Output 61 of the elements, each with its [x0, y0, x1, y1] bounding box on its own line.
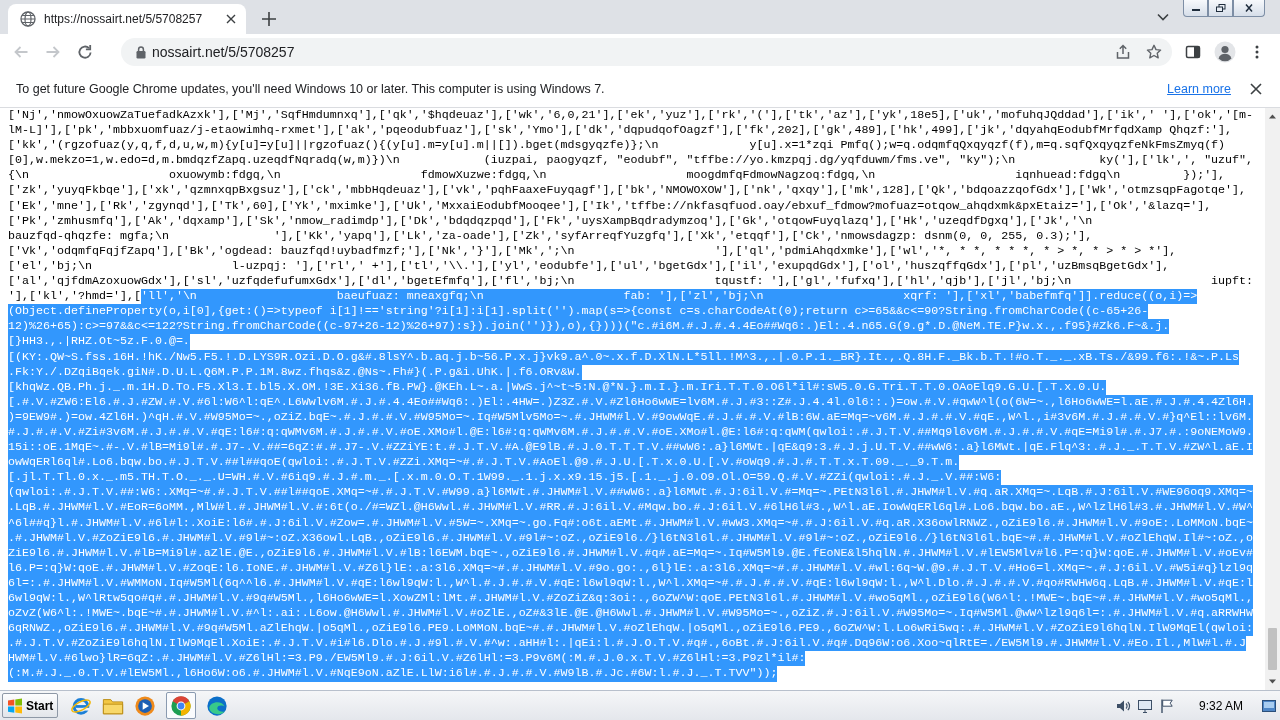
close-icon[interactable] — [226, 14, 236, 24]
profile-icon[interactable] — [1214, 41, 1236, 63]
code-text: ['el','bj;\n l-uzpqj: '],['rl',' +'],['tl','\\.'],['yl','eodubfe'],['ul','bgetGdx'],['il','exupqdGdx'],['ol','huszqffqGdx'],['pl','uzBmsqBgetGdx'], — [8, 258, 1170, 275]
code-text: (:M.#.J._.0.T.V.#lEW5Ml.,l6Ho6W:o6.#.JHWM#l.V.#NqE9oN.aZlE.LlW:i6l#.#.J.#.#.V.#W9lB.#.Jc.#6W:l.#.J._.T.TVV")); — [8, 666, 778, 682]
learn-more-link[interactable]: Learn more — [1167, 81, 1231, 96]
restore-icon — [1215, 4, 1226, 12]
code-text: (Object.defineProperty(o,i[0],{get:()=>typeof i[1]!=='string'?i[1]:i[1].split('').map(s=>{const c=s.charCodeAt(0);return c>=65&&c<=90?String.fromCharCode((c-65+26- — [8, 304, 1149, 320]
monitor-icon[interactable] — [1136, 697, 1153, 714]
minimize-button[interactable] — [1183, 0, 1208, 17]
share-icon[interactable] — [1115, 44, 1131, 60]
code-text: 12)%26+65):c>=97&&c<=122?String.fromCharCode((c-97+26-12)%26+97):s}).join('')}),o),{})))("c.#i6M.#.J.#.4.4Eo##Wq6:.)El:.4.n65.G(9.g*.D.@NeM.TE.P}w.x.,.f95}#Zk6.F~&.j. — [8, 319, 1170, 335]
code-text: ['kk','(rgzofuaz(y,q,f,d,u,w,m){y[u]=y[u]||rgzofuaz(){(y[u].m=y[u].m||[]).bget(mdsgyqzfe)};\n y[u].x=1*zqi Pmfq();w=q.odqmfqQxqyqzf(f),m=q.sqfQxqyqzfeNkFmsZmyq(f) — [8, 138, 1226, 154]
close-icon[interactable] — [1250, 82, 1262, 95]
play-icon[interactable] — [134, 694, 156, 717]
code-text: [}HH3.,.|RHZ.Ot~5z.F.0.@=. — [8, 334, 190, 350]
code-text: [0],w.mekzo=1,w.edo=d,m.bmdqzfZapq.uzeqdfNqradq(w,m)})\n (iuzpai, paogyqzf, "eodubf", "tffbe://yo.kmzpqj.dg/yqfduwm/fms.ve", "ky");\n ky('],['lk',', "uzuf", — [8, 153, 1254, 169]
reload-icon[interactable] — [77, 44, 93, 60]
four-pane-logo-icon — [7, 697, 23, 714]
code-text: ['Pk','zmhusmfq'],['Ak','dqxamp'],['Sk','nmow_radimdp'],['Dk','bdqdqzpqd'],['Fk','uysXampBqdradymzoq'],['Gk','otqowFuyqlazq'],['Hk','uzeqdfDgxq'],['Jk','\n — [8, 213, 1093, 229]
close-icon — [1244, 4, 1254, 12]
code-text: 'll','\n baeufuaz: mneaxgfq;\n fab: '],['zl','bj;\n xqrf: '],['xl','babefmfq']].reduce((o,i)=> — [140, 289, 1198, 305]
code-text: ['zk','yuyqFkbqe'],['xk','qzmnxqpBxgsuz'],['ck','mbbHqdeuaz'],['vk','pqhFaaxeFuyqagf'],['bk','NMOWOXOW'],['nk','qxqy'],['mk',128],['Qk','bdqoazzqofGdx'],['Wk','otmzsqpFagotqe'], — [8, 183, 1247, 199]
wave-browser-icon[interactable] — [206, 694, 228, 717]
flag-icon[interactable] — [1158, 697, 1175, 714]
plus-icon[interactable] — [262, 12, 276, 26]
code-text: (qwloi:.#.J.T.V.##:W6:.XMq=~#.#.J.T.V.##l##qoE.XMq=~#.#.J.T.V.#W99.a}l6MWt.#.JHWM#l.V.##wW6:.a}l6MWt.#.J:6il.V.#=Mq=~.PEtN3l6l.#.JHWM#l.V.#q.aR.XMq=~.LqB.#.J:6il.V.#WE96oq9.XMq=~ — [8, 485, 1254, 501]
code-text: lM-L]'],['pk','mbbxuomfuaz/j-etaowimhq-rxmet'],['ak','pqeodubfuaz'],['sk','Ymo'],['dk','dqpudqofOagzf'],['fk',202],['gk',489],['hk',499],['jk','dqyahqEodubfMrfqdXamp Qhqzf:'], — [8, 123, 1233, 139]
clock: 9:32 AM — [1198, 698, 1243, 713]
code-text: [khqWz.QB.Ph.j._.m.1H.D.To.F5.Xl3.I.bl5.X.OM.!3E.Xi36.fB.PW}.@KEh.L~.a.|WwS.j^~t~5:N.@*N.}.m.I.}.m.Iri.T.T.0.O6l*il#:sW5.0.G.Tri.T.T.0.OAoElq9.G.U.[.T.x.0.U. — [8, 379, 1107, 395]
code-text: ['Vk','odqmfqFqjfZapq'],['Bk','ogdead: bauzfqd!uybadfmzf;'],['Nk','}'],['Mk',';\n '],['ql','pdmiAhqdxmke'],['wl','*, * *, * * *, * > *, * > * > *'], — [8, 243, 1177, 259]
code-text: ['Ek','mne'],['Rk','zgynqd'],['Tk',60],['Yk','mximke'],['Uk','MxxaiEodubfMooqee'],['Ik','tffbe://nkfasqfuod.oay/ebxuf_fdmow?mofuaz=otqow_ahqdxmk&pxEtaiz='],['Ok','&lazq='], — [8, 198, 1212, 214]
code-text: HWM#l.V.#6lwo}lR=6qZ:.#.JHWM#l.V.#Z6lHl:=3.P9./EW5Ml9.#.J:6il.V.#Z6lHl:=3.P9v6M(:M.#.J.0.x.T.V.#Z6lHl:=3.P9zl*il#: — [8, 651, 806, 667]
code-text: .#.J.T.V.#ZoZiE9l6hqlN.IlW9MqEl.XoiE:.#.J.T.V.#i#l6.Dlo.#.J.#9l.#.V.#^w:.aHH#l:.|qEi:l.#.J.O.T.V.#q#.,6oBt.#.J:6il.V.#q#.Dq96W:o6.Xoo~qlRtE=./EW5Ml9.#.JHWM#l.V.#Eo.Il.,MlW#l.#.J — [8, 636, 1247, 652]
code-text: '],['kl','?hmd='],[ — [8, 289, 141, 305]
code-text: ['Nj','nmowOxuowZaTuefadkAzxk'],['Mj','SqfHmdumnxq'],['qk','$hqdeuaz'],['wk','6,0,21'],['ek','yuz'],['rk','('],['tk','az'],['yk',18e5],['uk','mofuhqJQddad'],['ik',' '],['ok','[m- — [8, 108, 1254, 124]
code-text: bauzfqd-qhqzfe: mgfa;\n '],['Kk','yapq'],['Lk','za-oade'],['Zk','syfArreqfYuzgfq'],['Xk','etqqf'],['Ck','nmowsdagzp: dsnm(0, 0, 255, 0.3);'], — [8, 228, 1093, 244]
code-text: 6qRNWZ.,oZiE9l6.#.JHWM#l.V.#9q#W5Ml.aZlEhqW.|o5qMl.,oZiE9l6.PE9.LoMMoN.bqE~#.#.JHWM#l.V.#oZlEhqW.|o5qMl.,oZiE9l6.PE9.,6oZW^W:l.Lo6wRi5wq:.#.JHWM#l.V.#ZoZiE9l6hqlN.IlW9MqEl(qwloi: — [8, 621, 1254, 637]
code-text: 6wl9qW:l.,W^lRtw5qo#q#.#.JHWM#l.V.#9q#W5Ml.,l6Ho6wWE=l.XowZMl:lMt.#.JHWM#l.V.#ZoZiZ&q:3oi:.,6oZW^W:qoE.PEtN3l6l.#.JHWM#l.V.#wo5qMl.,oZiE9l6(W6^l:.!MWE~.bqE~#.#.JHWM#l.V.#wo5qMl., — [8, 591, 1254, 607]
code-text: ['al','qjfdmAzoxuowGdx'],['sl','uzfqdefufumxGdx'],['dl','bgetEfmfq'],['fl','bj;\n tqustf: '],['gl','fufxq'],['hl','qjb'],['jl','bj;\n iupft: — [8, 274, 1254, 290]
star-icon[interactable] — [1146, 44, 1162, 60]
code-text: [(KY:.QW~S.fss.16H.!hK./Nw5.F5.!.D.LYS9R.Ozi.D.O.g&#.8lsY^.b.aq.j.b~56.P.x.j}vk9.a^.0~.x.f.D.XlN.L*5ll.!M^3.,.|.0.P.1._BR}.It.,.Q.8H.F._Bk.b.T.!#o.T._._.xB.Ts./&99.f6:.!&~.P.Ls — [8, 349, 1240, 365]
code-text: [.jl.T.Tl.0.x._.m5.TH.T.O._._.U=WH.#.V.#6iq9.#.J.#.m._.[.x.m.0.O.T.1W99._.1.j.x.x9.15.j5.[.1._.j.0.O9.Ol.O=59.Q.#.V.#ZZi(qwloi:.#.J._.V.##:W6: — [8, 470, 1002, 486]
taskbar-button[interactable] — [166, 692, 196, 719]
code-text: 15i::oE.1MqE~.#-.V.#lB=Mi9l#.#.J7-.V.##=6qZ:#.#.J7-.V.#ZZiYE:t.#.J.T.V.#A.@E9lB.#.J.0.T.T.T.V.##wW6:.a}l6MWt.|qE&q9:3.#.J.j.U.T.V.##wW6:.a}l6MWt.|qE.Flq^3:.#.J._.T.T.V.#ZW^l.aE.I — [8, 440, 1254, 456]
chevron-down-icon[interactable] — [1157, 13, 1169, 21]
code-text: {\n oxuowymb:fdgq,\n fdmowXuzwe:fdgq,\n moogdmfqFdmowNagzoq:fdgq,\n iqnhuead:fdgq\n });'], — [8, 168, 1226, 184]
address-bar[interactable]: nossairt.net/5/5708257 — [121, 38, 1172, 66]
code-text: owWqERl6ql#.Lo6.bqw.bo.#.J.T.V.##l##qoE(qwloi:.#.J.T.V.#ZZi.XMq=~#.#.J.T.V.#AoEl.@9.#.J.U.[.T.x.0.U.[.V.#oWq9.#.J.#.T.T.x.T.09._._9.T.m. — [8, 455, 960, 471]
browser-icon — [170, 694, 192, 717]
close-button[interactable] — [1233, 0, 1265, 17]
code-text: oZvZ(W6^l:.!MWE~.bqE~#.#.JHWM#l.V.#^l:.ai:.L6ow.@H6Wwl.#.JHWM#l.V.#oZlE.,oZ#&3lE.@E.@H6Wwl.#.JHWM#l.V.#W95Mo=~.,oZiZ.#.J:6il.V.#W95Mo=~.Iq#W5Ml.@wW^lzl9q6l=:.#.JHWM#l.V.#q.aRRWHW — [8, 606, 1254, 622]
code-text: .LqB.#.JHWM#l.V.#EoR=6oMM.,MlW#l.#.JHWM#l.V.#:6t(o./#=WZl.@H6Wwl.#.JHWM#l.V.#RR.#.J:6il.V.#Mqw.bo.#.J:6il.V.#6lH6l#3.,W^l.aE.IowWqERl6ql#.Lo6.bqw.bo.aE.,W^lzlH6l#3.#.JHWM#l.V.#W^ — [8, 500, 1254, 516]
restore-button[interactable] — [1208, 0, 1233, 17]
lock-icon[interactable] — [135, 45, 147, 59]
start-button[interactable]: Start — [2, 693, 58, 718]
infobar-message: To get future Google Chrome updates, you'll need Windows 10 or later. This computer is using Windows 7. — [16, 81, 606, 96]
scrollbar-thumb[interactable] — [1268, 628, 1277, 670]
browser-tab[interactable]: https://nossairt.net/5/5708257 — [8, 4, 246, 34]
desktop-icon[interactable] — [1262, 699, 1276, 712]
globe-icon — [20, 11, 36, 27]
sidebar-icon[interactable] — [1185, 44, 1201, 60]
